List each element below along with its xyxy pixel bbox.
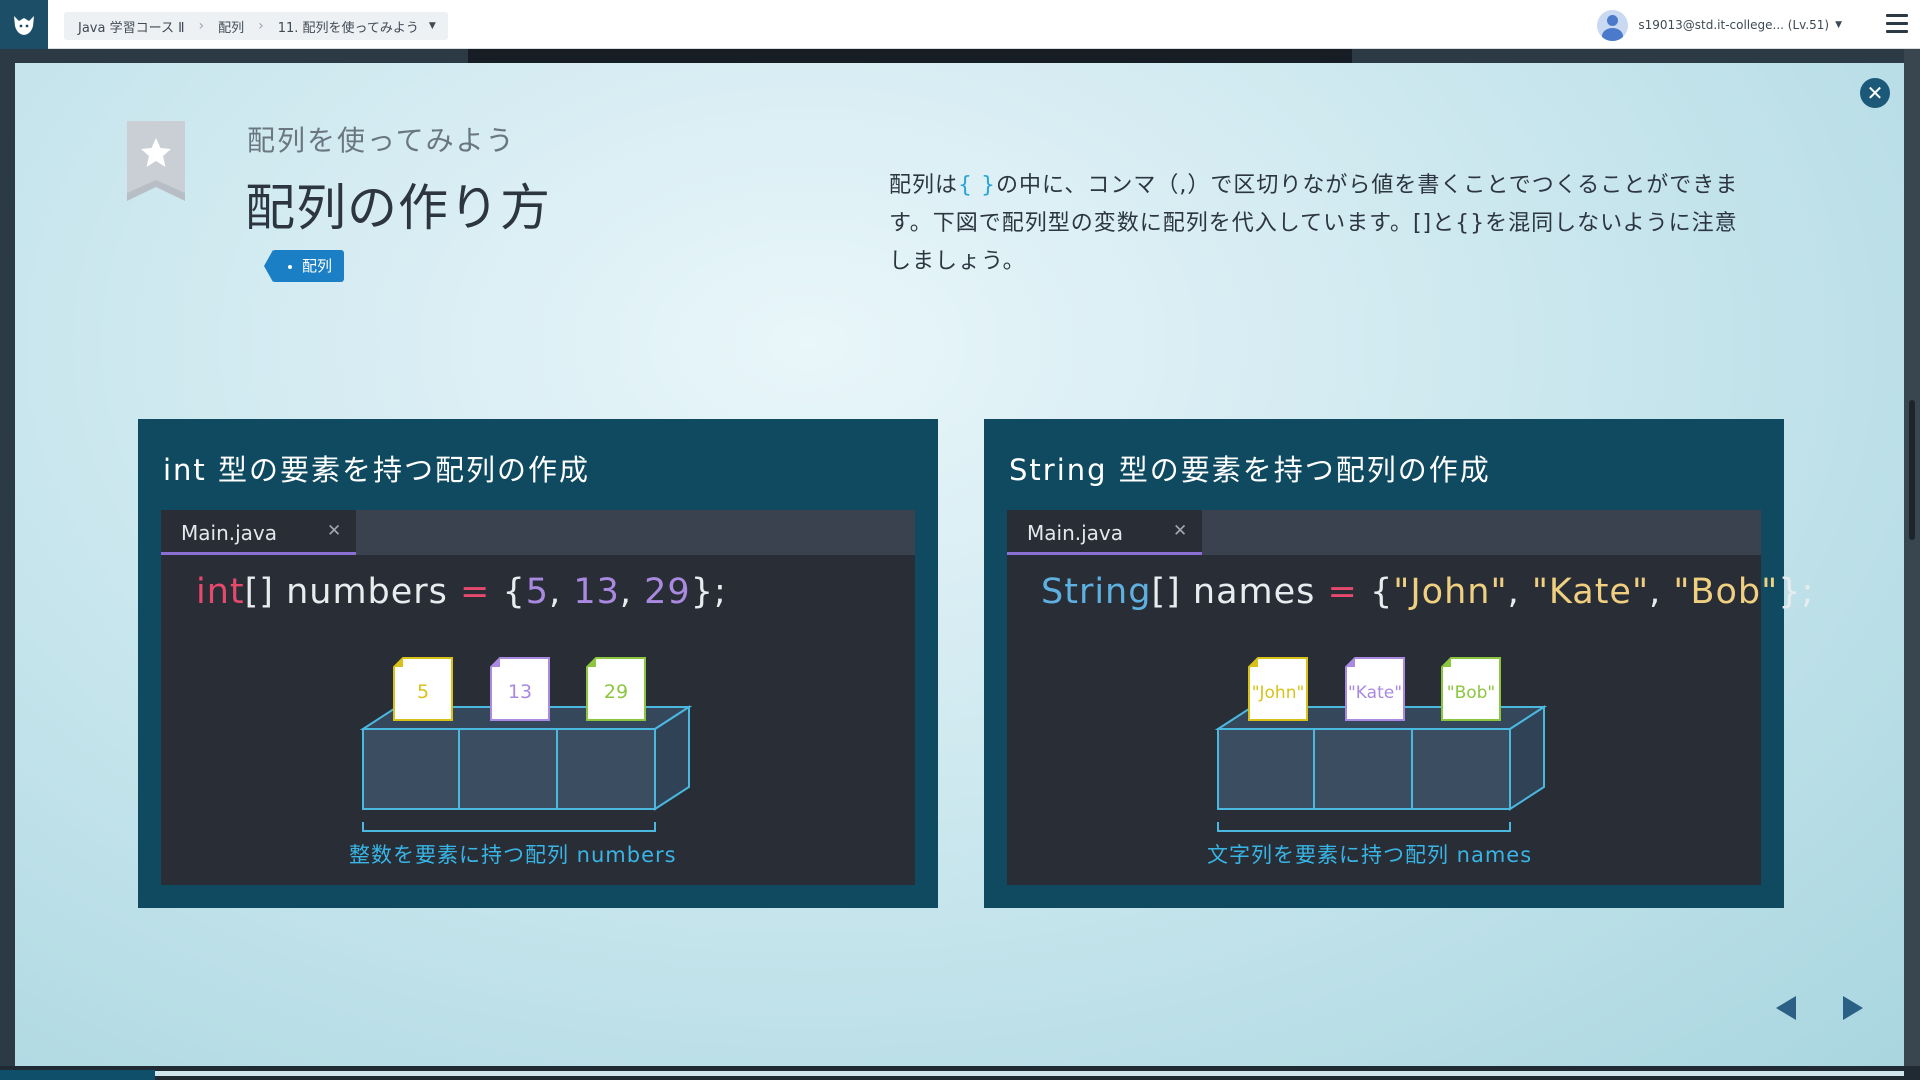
bracket-line: [1217, 822, 1511, 832]
element-value: 5: [417, 681, 429, 703]
lesson-description: 配列は{ }の中に、コンマ（,）で区切りながら値を書くことでつくることができます…: [889, 167, 1759, 281]
code-editor: Main.java ✕ String[] names = {"John", "K…: [1007, 510, 1813, 885]
bottom-accent: [0, 1070, 155, 1080]
diagram-caption: 整数を要素に持つ配列 numbers: [349, 843, 677, 867]
fox-logo-icon[interactable]: [0, 0, 48, 49]
code-editor: Main.java ✕ int[] numbers = {5, 13, 29};…: [161, 510, 915, 885]
topic-tag[interactable]: 配列: [263, 250, 345, 282]
avatar: [1597, 9, 1629, 41]
panel-title: String 型の要素を持つ配列の作成: [1009, 453, 1491, 487]
array-boxes: [359, 705, 693, 811]
description-text: の中に、コンマ（,）で区切りながら値を書くことでつくることができます。下図で配列…: [889, 173, 1739, 274]
element-card: 13: [490, 657, 550, 721]
element-value: 13: [508, 681, 532, 703]
array-diagram: "John" "Kate" "Bob": [1214, 657, 1548, 832]
element-card: "Kate": [1345, 657, 1405, 721]
array-boxes: [1214, 705, 1548, 811]
chevron-down-icon: ▼: [1835, 20, 1842, 30]
page-title: 配列の作り方: [245, 179, 551, 237]
user-menu[interactable]: s19013@std.it-college... (Lv.51) ▼: [1597, 9, 1842, 41]
breadcrumb-lesson[interactable]: 11. 配列を使ってみよう: [278, 17, 419, 36]
element-card: 29: [586, 657, 646, 721]
element-cards: 5 13 29: [393, 657, 646, 721]
code-brace: };: [1778, 572, 1815, 612]
array-diagram: 5 13 29: [359, 657, 693, 832]
hamburger-menu-icon[interactable]: [1886, 14, 1908, 34]
chevron-right-icon: ›: [198, 18, 205, 34]
element-card: 5: [393, 657, 453, 721]
prev-arrow-icon[interactable]: [1772, 993, 1802, 1023]
bracket-line: [362, 822, 656, 832]
breadcrumb: Java 学習コース Ⅱ › 配列 › 11. 配列を使ってみよう ▼: [64, 12, 448, 40]
element-card: "John": [1248, 657, 1308, 721]
scrollbar[interactable]: [1909, 400, 1915, 540]
next-arrow-icon[interactable]: [1837, 993, 1867, 1023]
breadcrumb-chapter[interactable]: 配列: [218, 17, 244, 36]
description-braces: { }: [958, 173, 997, 198]
element-card: "Bob": [1441, 657, 1501, 721]
element-cards: "John" "Kate" "Bob": [1248, 657, 1501, 721]
description-text: 配列は: [889, 173, 959, 198]
element-value: "Kate": [1348, 683, 1402, 703]
chevron-down-icon[interactable]: ▼: [429, 21, 436, 31]
breadcrumb-course[interactable]: Java 学習コース Ⅱ: [78, 17, 184, 36]
element-value: 29: [604, 681, 628, 703]
close-icon[interactable]: ✕: [1860, 78, 1890, 108]
star-bookmark-icon[interactable]: [127, 121, 185, 201]
lesson-modal: ✕ 配列を使ってみよう 配列の作り方 配列 配列は{ }の中に、コンマ（,）で区…: [15, 63, 1904, 1066]
progress-line: [155, 1071, 1904, 1076]
diagram-caption: 文字列を要素に持つ配列 names: [1207, 843, 1533, 867]
page-gutter: [1904, 49, 1920, 1080]
panel-title: int 型の要素を持つ配列の作成: [163, 453, 591, 487]
string-array-panel: String 型の要素を持つ配列の作成 Main.java ✕ String[]…: [984, 419, 1813, 908]
top-bar: Java 学習コース Ⅱ › 配列 › 11. 配列を使ってみよう ▼ s190…: [0, 0, 1920, 49]
chevron-right-icon: ›: [258, 18, 264, 34]
lesson-subtitle: 配列を使ってみよう: [247, 124, 516, 157]
user-label: s19013@std.it-college... (Lv.51): [1638, 18, 1830, 32]
tag-dot: [288, 264, 292, 269]
element-value: "John": [1252, 683, 1305, 703]
background-strip: [468, 49, 1352, 63]
int-array-panel: int 型の要素を持つ配列の作成 Main.java ✕ int[] numbe…: [138, 419, 938, 908]
tag-label: 配列: [302, 257, 333, 275]
element-value: "Bob": [1447, 683, 1496, 703]
